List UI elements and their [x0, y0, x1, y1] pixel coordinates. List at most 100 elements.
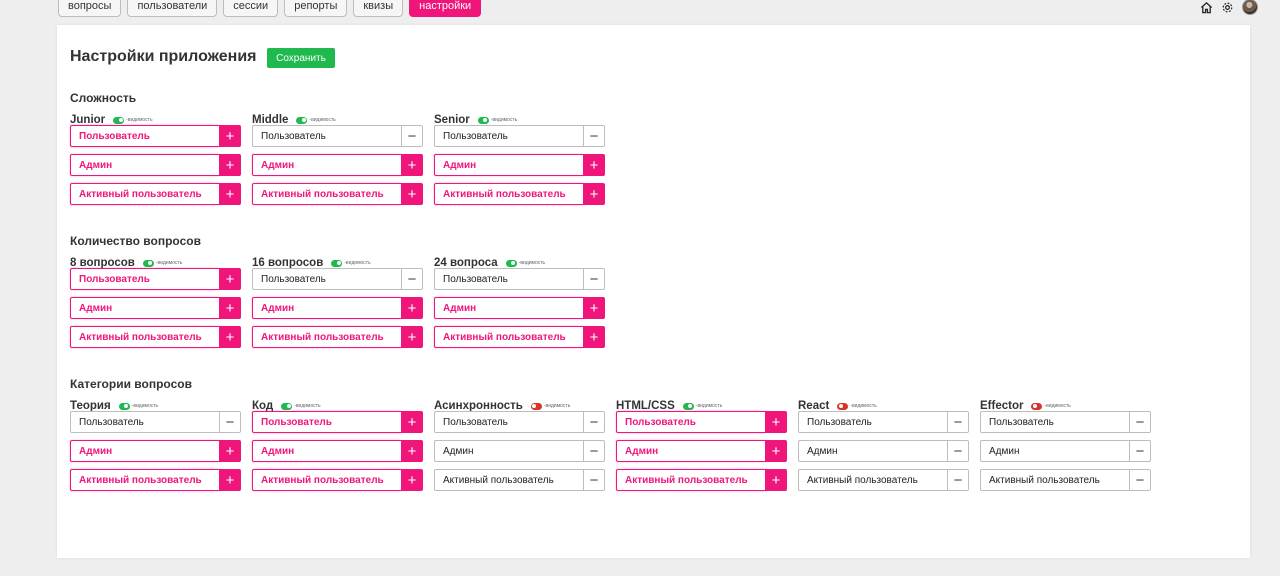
save-button[interactable]: Сохранить — [267, 48, 335, 68]
minus-icon[interactable]: − — [947, 440, 969, 462]
visibility-toggle[interactable] — [477, 116, 489, 124]
minus-icon[interactable]: − — [583, 411, 605, 433]
plus-icon[interactable]: + — [219, 183, 241, 205]
visibility-toggle[interactable] — [530, 402, 542, 410]
role-row[interactable]: Активный пользователь + — [434, 326, 605, 348]
plus-icon[interactable]: + — [583, 154, 605, 176]
role-row[interactable]: Админ + — [252, 154, 423, 176]
visibility-label: -видимость — [155, 260, 183, 266]
plus-icon[interactable]: + — [401, 183, 423, 205]
plus-icon[interactable]: + — [401, 411, 423, 433]
role-label: Активный пользователь — [252, 469, 401, 491]
role-row[interactable]: Админ − — [798, 440, 969, 462]
plus-icon[interactable]: + — [219, 154, 241, 176]
tab-2[interactable]: сессии — [223, 0, 279, 17]
role-row[interactable]: Активный пользователь − — [434, 469, 605, 491]
plus-icon[interactable]: + — [583, 183, 605, 205]
plus-icon[interactable]: + — [219, 326, 241, 348]
role-row[interactable]: Активный пользователь + — [70, 326, 241, 348]
minus-icon[interactable]: − — [1129, 411, 1151, 433]
visibility-toggle[interactable] — [837, 402, 849, 410]
plus-icon[interactable]: + — [401, 154, 423, 176]
visibility-toggle[interactable] — [1031, 402, 1043, 410]
role-row[interactable]: Админ + — [616, 440, 787, 462]
minus-icon[interactable]: − — [1129, 469, 1151, 491]
plus-icon[interactable]: + — [219, 297, 241, 319]
minus-icon[interactable]: − — [583, 440, 605, 462]
minus-icon[interactable]: − — [1129, 440, 1151, 462]
tab-4[interactable]: квизы — [353, 0, 404, 17]
minus-icon[interactable]: − — [947, 411, 969, 433]
minus-icon[interactable]: − — [947, 469, 969, 491]
visibility-toggle[interactable] — [682, 402, 694, 410]
section-title: Категории вопросов — [70, 377, 192, 391]
tab-5[interactable]: настройки — [409, 0, 482, 17]
plus-icon[interactable]: + — [401, 326, 423, 348]
role-row[interactable]: Админ + — [434, 154, 605, 176]
visibility-toggle[interactable] — [142, 259, 154, 267]
visibility-toggle[interactable] — [331, 259, 343, 267]
minus-icon[interactable]: − — [219, 411, 241, 433]
minus-icon[interactable]: − — [401, 125, 423, 147]
plus-icon[interactable]: + — [401, 440, 423, 462]
role-row[interactable]: Активный пользователь − — [798, 469, 969, 491]
role-row[interactable]: Пользователь + — [252, 411, 423, 433]
role-row[interactable]: Админ + — [434, 297, 605, 319]
role-row[interactable]: Пользователь − — [70, 411, 241, 433]
plus-icon[interactable]: + — [765, 469, 787, 491]
plus-icon[interactable]: + — [219, 125, 241, 147]
role-row[interactable]: Пользователь − — [980, 411, 1151, 433]
minus-icon[interactable]: − — [583, 125, 605, 147]
role-row[interactable]: Активный пользователь − — [980, 469, 1151, 491]
role-row[interactable]: Активный пользователь + — [616, 469, 787, 491]
role-row[interactable]: Пользователь − — [434, 411, 605, 433]
minus-icon[interactable]: − — [583, 268, 605, 290]
role-row[interactable]: Админ + — [252, 297, 423, 319]
plus-icon[interactable]: + — [583, 326, 605, 348]
plus-icon[interactable]: + — [219, 440, 241, 462]
tab-3[interactable]: репорты — [284, 0, 348, 17]
gear-icon[interactable] — [1221, 1, 1234, 14]
role-row[interactable]: Пользователь − — [798, 411, 969, 433]
visibility-toggle[interactable] — [505, 259, 517, 267]
role-row[interactable]: Пользователь + — [70, 268, 241, 290]
role-row[interactable]: Админ + — [70, 154, 241, 176]
role-row[interactable]: Активный пользователь + — [252, 183, 423, 205]
role-row[interactable]: Пользователь + — [616, 411, 787, 433]
role-row[interactable]: Админ + — [252, 440, 423, 462]
role-row[interactable]: Пользователь + — [70, 125, 241, 147]
role-row[interactable]: Пользователь − — [434, 268, 605, 290]
tab-0[interactable]: вопросы — [58, 0, 122, 17]
role-row[interactable]: Админ + — [70, 440, 241, 462]
plus-icon[interactable]: + — [401, 469, 423, 491]
option-group: Junior -видимость Пользователь + Админ + Актив… — [70, 113, 241, 213]
top-nav: вопросы пользователи сессии репорты квизы нас… — [58, 0, 482, 17]
role-row[interactable]: Активный пользователь + — [252, 326, 423, 348]
role-row[interactable]: Админ + — [70, 297, 241, 319]
plus-icon[interactable]: + — [583, 297, 605, 319]
role-row[interactable]: Активный пользователь + — [70, 469, 241, 491]
minus-icon[interactable]: − — [401, 268, 423, 290]
plus-icon[interactable]: + — [219, 469, 241, 491]
role-row[interactable]: Активный пользователь + — [434, 183, 605, 205]
role-row[interactable]: Активный пользователь + — [252, 469, 423, 491]
plus-icon[interactable]: + — [401, 297, 423, 319]
plus-icon[interactable]: + — [765, 411, 787, 433]
minus-icon[interactable]: − — [583, 469, 605, 491]
home-icon[interactable] — [1200, 1, 1213, 14]
visibility-toggle[interactable] — [281, 402, 293, 410]
role-label: Активный пользователь — [252, 326, 401, 348]
visibility-toggle[interactable] — [296, 116, 308, 124]
role-row[interactable]: Активный пользователь + — [70, 183, 241, 205]
role-row[interactable]: Админ − — [980, 440, 1151, 462]
role-row[interactable]: Пользователь − — [252, 125, 423, 147]
role-row[interactable]: Админ − — [434, 440, 605, 462]
role-row[interactable]: Пользователь − — [252, 268, 423, 290]
role-row[interactable]: Пользователь − — [434, 125, 605, 147]
visibility-toggle[interactable] — [113, 116, 125, 124]
avatar[interactable] — [1242, 0, 1258, 15]
tab-1[interactable]: пользователи — [127, 0, 218, 17]
plus-icon[interactable]: + — [765, 440, 787, 462]
visibility-toggle[interactable] — [118, 402, 130, 410]
plus-icon[interactable]: + — [219, 268, 241, 290]
